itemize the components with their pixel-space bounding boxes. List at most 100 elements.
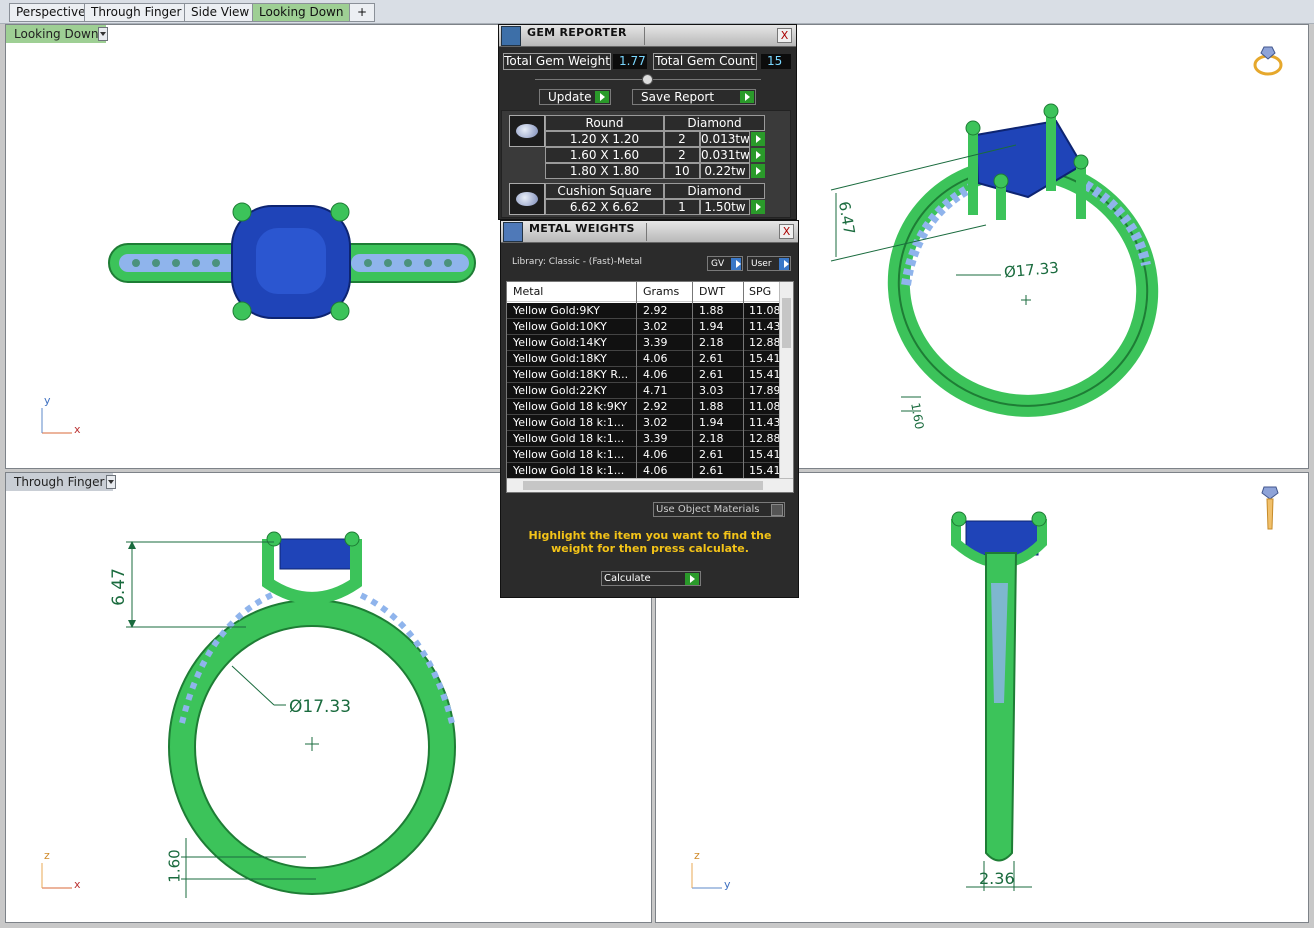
metal-cell-dwt: 1.88 [699, 304, 724, 317]
ring-view-icon[interactable] [1251, 43, 1285, 77]
play-icon [685, 573, 699, 585]
scroll-thumb[interactable] [782, 298, 791, 348]
library-label: Library: Classic - (Fast)-Metal [512, 257, 643, 267]
gem-reporter-icon [501, 26, 521, 46]
use-object-materials-toggle[interactable]: Use Object Materials [653, 502, 785, 517]
calculate-hint: Highlight the item you want to find the … [528, 529, 772, 555]
metal-row[interactable]: Yellow Gold:22KY 4.71 3.03 17.89 [507, 383, 779, 399]
metal-cell-grams: 3.02 [643, 320, 668, 333]
metal-row[interactable]: Yellow Gold 18 k:1... 4.06 2.61 15.41 [507, 447, 779, 463]
metal-cell-spg: 11.43 [749, 320, 779, 333]
ring-side-icon[interactable] [1258, 483, 1282, 533]
axis-label-x: x [74, 423, 81, 436]
metal-row[interactable]: Yellow Gold 18 k:1... 4.06 2.61 15.41 [507, 463, 779, 479]
dimension-thickness: 1.60 [165, 849, 184, 883]
update-button[interactable]: Update [539, 89, 611, 105]
calculate-button[interactable]: Calculate [601, 571, 701, 586]
gem-reporter-titlebar[interactable]: GEM REPORTER X [499, 25, 796, 47]
select-gem-icon[interactable] [751, 132, 765, 146]
tab-perspective[interactable]: Perspective [9, 3, 93, 22]
metal-row[interactable]: Yellow Gold:9KY 2.92 1.88 11.08 [507, 303, 779, 319]
select-gem-icon[interactable] [751, 200, 765, 214]
select-gem-icon[interactable] [751, 148, 765, 162]
axis-label-y: y [724, 878, 731, 891]
gem-weight: 1.50tw [700, 199, 750, 215]
close-icon[interactable]: X [777, 28, 792, 43]
tab-side-view[interactable]: Side View [184, 3, 257, 22]
column-spg[interactable]: SPG [749, 285, 771, 298]
gem-weight: 0.013tw [700, 131, 750, 147]
slider-handle[interactable] [642, 74, 653, 85]
metal-cell-grams: 3.39 [643, 336, 668, 349]
gem-shape-cushion: Cushion Square [545, 183, 664, 199]
save-report-button[interactable]: Save Report [632, 89, 756, 105]
total-gem-weight-value: 1.77 [613, 54, 647, 69]
metal-cell-dwt: 2.61 [699, 464, 724, 477]
metal-row[interactable]: Yellow Gold:10KY 3.02 1.94 11.43 [507, 319, 779, 335]
metal-cell-metal: Yellow Gold:18KY R... [513, 368, 629, 381]
gem-reporter-title: GEM REPORTER [527, 26, 627, 39]
tab-through-finger[interactable]: Through Finger [84, 3, 189, 22]
gem-size[interactable]: 1.20 X 1.20 [545, 131, 664, 147]
user-toggle[interactable]: User [747, 256, 791, 271]
metal-row[interactable]: Yellow Gold:14KY 3.39 2.18 12.88 [507, 335, 779, 351]
column-grams[interactable]: Grams [643, 285, 679, 298]
use-object-materials-label: Use Object Materials [656, 504, 760, 515]
metal-cell-dwt: 2.18 [699, 432, 724, 445]
total-gem-count-value: 15 [761, 54, 791, 69]
metal-table-vertical-scrollbar[interactable] [779, 282, 793, 480]
metal-cell-grams: 4.06 [643, 368, 668, 381]
metal-weights-title: METAL WEIGHTS [529, 222, 635, 235]
gem-weight: 0.22tw [700, 163, 750, 179]
toggle-icon [731, 258, 741, 270]
metal-row[interactable]: Yellow Gold 18 k:9KY 2.92 1.88 11.08 [507, 399, 779, 415]
metal-row[interactable]: Yellow Gold 18 k:1... 3.02 1.94 11.43 [507, 415, 779, 431]
metal-row[interactable]: Yellow Gold:18KY 4.06 2.61 15.41 [507, 351, 779, 367]
column-divider [692, 282, 693, 482]
metal-cell-metal: Yellow Gold:10KY [513, 320, 607, 333]
gem-size[interactable]: 6.62 X 6.62 [545, 199, 664, 215]
metal-cell-dwt: 1.88 [699, 400, 724, 413]
select-gem-icon[interactable] [751, 164, 765, 178]
dimension-height: 6.47 [108, 568, 129, 606]
metal-cell-grams: 2.92 [643, 400, 668, 413]
metal-row[interactable]: Yellow Gold 18 k:1... 3.39 2.18 12.88 [507, 431, 779, 447]
close-icon[interactable]: X [779, 224, 794, 239]
gv-toggle[interactable]: GV [707, 256, 743, 271]
calculate-button-label: Calculate [604, 573, 651, 584]
scroll-thumb[interactable] [523, 481, 763, 490]
metal-cell-spg: 15.41 [749, 464, 779, 477]
metal-cell-metal: Yellow Gold:22KY [513, 384, 607, 397]
gv-label: GV [711, 259, 725, 269]
add-tab-button[interactable]: + [349, 3, 375, 22]
play-icon [595, 91, 609, 103]
total-gem-weight-label: Total Gem Weight [503, 53, 611, 70]
gem-material-cushion: Diamond [664, 183, 765, 199]
metal-cell-spg: 12.88 [749, 432, 779, 445]
toggle-icon [779, 258, 789, 270]
metal-cell-dwt: 2.61 [699, 368, 724, 381]
metal-cell-dwt: 2.18 [699, 336, 724, 349]
metal-row[interactable]: Yellow Gold:18KY R... 4.06 2.61 15.41 [507, 367, 779, 383]
gem-size[interactable]: 1.80 X 1.80 [545, 163, 664, 179]
column-divider [743, 282, 744, 482]
metal-cell-dwt: 2.61 [699, 448, 724, 461]
metal-cell-metal: Yellow Gold 18 k:9KY [513, 400, 628, 413]
column-metal[interactable]: Metal [513, 285, 543, 298]
metal-weights-titlebar[interactable]: METAL WEIGHTS X [501, 221, 798, 243]
user-label: User [751, 259, 772, 269]
metal-cell-grams: 2.92 [643, 304, 668, 317]
metal-cell-grams: 4.06 [643, 448, 668, 461]
metal-cell-spg: 17.89 [749, 384, 779, 397]
metal-table[interactable]: Metal Grams DWT SPG Yellow Gold:9KY 2.92 1… [506, 281, 794, 493]
gem-list[interactable]: Round Diamond 1.20 X 1.20 2 0.013tw 1.60… [501, 110, 791, 218]
gem-size[interactable]: 1.60 X 1.60 [545, 147, 664, 163]
metal-table-horizontal-scrollbar[interactable] [507, 478, 793, 492]
tab-looking-down[interactable]: Looking Down [252, 3, 351, 22]
metal-cell-dwt: 3.03 [699, 384, 724, 397]
metal-weights-icon [503, 222, 523, 242]
column-dwt[interactable]: DWT [699, 285, 725, 298]
metal-cell-dwt: 1.94 [699, 416, 724, 429]
play-icon [740, 91, 754, 103]
gem-material-round: Diamond [664, 115, 765, 131]
